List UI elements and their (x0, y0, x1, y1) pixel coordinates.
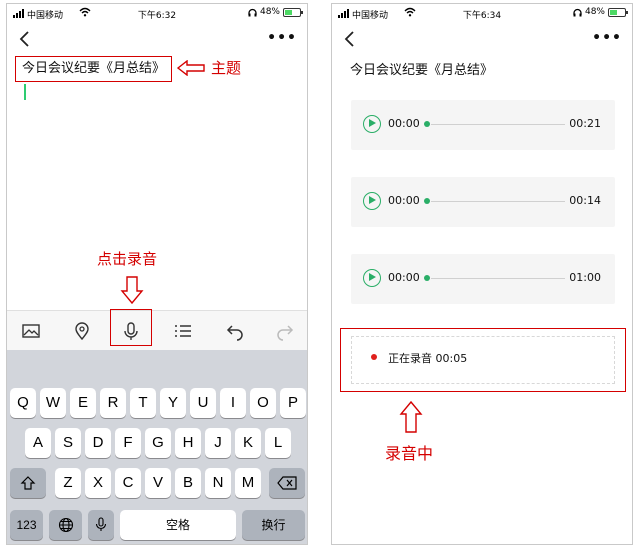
key-r[interactable]: R (100, 388, 126, 418)
recording-status: 正在录音 00:05 (388, 352, 468, 365)
status-bar: 中国移动 下午6:32 48% (7, 4, 307, 24)
headphones-icon (248, 8, 257, 16)
editor-toolbar (7, 310, 307, 351)
note-title: 今日会议纪要《月总结》 (350, 63, 494, 78)
key-b[interactable]: B (175, 468, 201, 498)
location-icon[interactable] (70, 319, 94, 343)
numbers-key[interactable]: 123 (10, 510, 43, 540)
key-k[interactable]: K (235, 428, 261, 458)
progress-handle[interactable] (424, 121, 430, 127)
key-h[interactable]: H (175, 428, 201, 458)
undo-icon[interactable] (223, 319, 247, 343)
backspace-key[interactable] (269, 468, 305, 498)
key-g[interactable]: G (145, 428, 171, 458)
key-z[interactable]: Z (55, 468, 81, 498)
down-arrow-annotation (120, 276, 144, 305)
keyboard: QWERTYUIOP ASDFGHJKL ZXCVBNM 123 空格 换行 (7, 350, 307, 544)
back-icon[interactable] (15, 28, 35, 50)
headphones-icon (573, 8, 582, 16)
audio-clip: 00:00 00:14 (351, 177, 615, 227)
key-u[interactable]: U (190, 388, 216, 418)
battery-icon (283, 7, 303, 17)
audio-clip: 00:00 00:21 (351, 100, 615, 150)
key-w[interactable]: W (40, 388, 66, 418)
audio-current-time: 00:00 (388, 194, 420, 207)
text-cursor (24, 84, 26, 100)
nav-bar: ••• (7, 26, 307, 52)
key-q[interactable]: Q (10, 388, 36, 418)
status-bar: 中国移动 下午6:34 48% (332, 4, 632, 24)
progress-track[interactable] (431, 124, 565, 125)
audio-duration: 00:14 (569, 194, 601, 207)
audio-clip: 00:00 01:00 (351, 254, 615, 304)
progress-handle[interactable] (424, 275, 430, 281)
redo-icon (277, 325, 294, 341)
nav-bar: ••• (332, 26, 632, 52)
audio-duration: 00:21 (569, 117, 601, 130)
right-phone-screen: 中国移动 下午6:34 48% ••• 今日会议纪要《月总结》 00:00 00… (331, 3, 633, 545)
left-arrow-annotation (176, 60, 205, 76)
microphone-highlight-box (110, 309, 152, 346)
dictation-key[interactable] (88, 510, 114, 540)
key-y[interactable]: Y (160, 388, 186, 418)
left-phone-screen: 中国移动 下午6:32 48% ••• 今日会议纪要《月总结》 QWERTYUI… (6, 3, 308, 545)
progress-handle[interactable] (424, 198, 430, 204)
play-icon[interactable] (363, 192, 381, 210)
microphone-icon (95, 517, 107, 531)
key-o[interactable]: O (250, 388, 276, 418)
key-d[interactable]: D (85, 428, 111, 458)
play-icon[interactable] (363, 269, 381, 287)
shift-key[interactable] (10, 468, 46, 498)
annotation-subject: 主题 (211, 59, 242, 77)
annotation-recording: 录音中 (385, 444, 434, 463)
audio-duration: 01:00 (569, 271, 601, 284)
progress-track[interactable] (431, 201, 565, 202)
list-icon[interactable] (171, 319, 195, 343)
battery-percent: 48% (259, 7, 280, 17)
key-v[interactable]: V (145, 468, 171, 498)
image-icon[interactable] (19, 319, 43, 343)
play-icon[interactable] (363, 115, 381, 133)
space-key[interactable]: 空格 (120, 510, 236, 540)
shift-icon (20, 476, 36, 490)
audio-current-time: 00:00 (388, 271, 420, 284)
key-a[interactable]: A (25, 428, 51, 458)
key-c[interactable]: C (115, 468, 141, 498)
key-l[interactable]: L (265, 428, 291, 458)
key-e[interactable]: E (70, 388, 96, 418)
key-i[interactable]: I (220, 388, 246, 418)
key-j[interactable]: J (205, 428, 231, 458)
key-m[interactable]: M (235, 468, 261, 498)
more-icon[interactable]: ••• (267, 30, 297, 46)
battery-percent: 48% (584, 7, 605, 17)
backspace-icon (277, 476, 297, 490)
key-n[interactable]: N (205, 468, 231, 498)
more-icon[interactable]: ••• (592, 30, 622, 46)
return-key[interactable]: 换行 (242, 510, 305, 540)
key-s[interactable]: S (55, 428, 81, 458)
recording-indicator-dot (371, 354, 377, 360)
audio-current-time: 00:00 (388, 117, 420, 130)
key-x[interactable]: X (85, 468, 111, 498)
up-arrow-annotation (399, 400, 423, 433)
globe-icon (58, 517, 73, 533)
key-f[interactable]: F (115, 428, 141, 458)
globe-key[interactable] (49, 510, 82, 540)
annotation-tap-record: 点击录音 (97, 250, 158, 268)
key-p[interactable]: P (280, 388, 306, 418)
key-t[interactable]: T (130, 388, 156, 418)
progress-track[interactable] (431, 278, 565, 279)
note-title[interactable]: 今日会议纪要《月总结》 (15, 56, 173, 82)
battery-icon (608, 7, 628, 17)
back-icon[interactable] (340, 28, 360, 50)
